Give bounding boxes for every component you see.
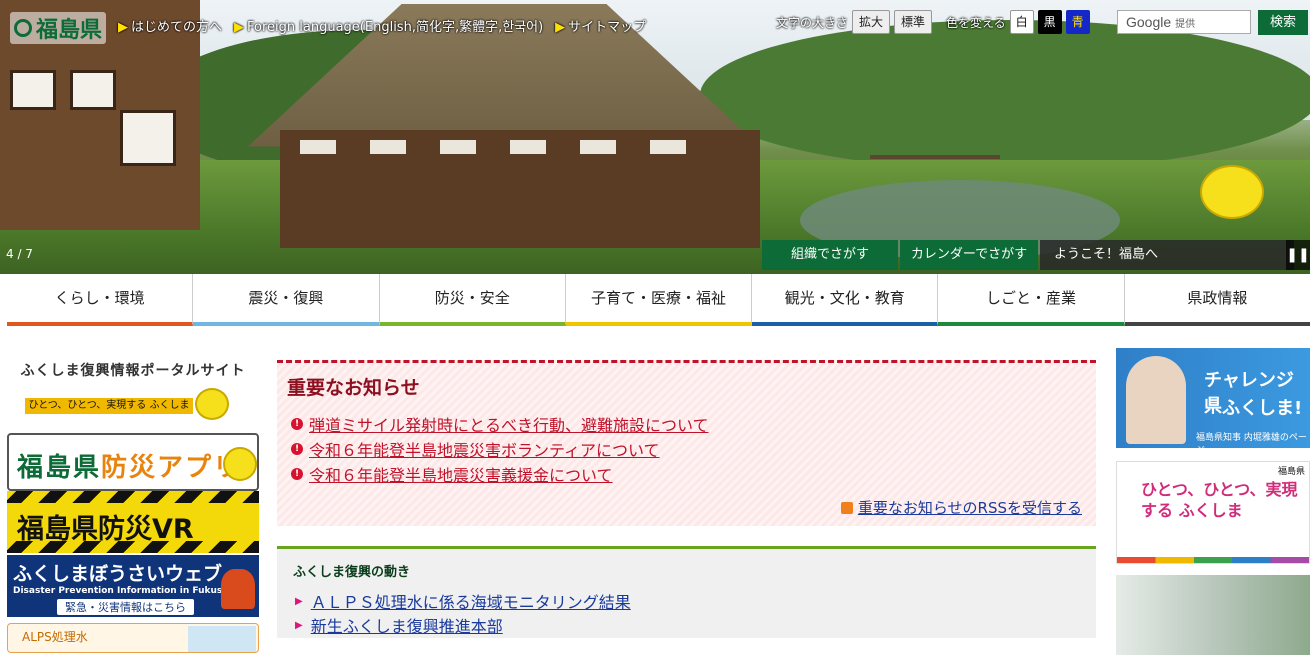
global-nav: くらし・環境 震災・復興 防災・安全 子育て・医療・福祉 観光・文化・教育 しご…	[7, 274, 1310, 326]
triangle-icon: ▶	[555, 20, 566, 35]
banner-alps[interactable]: ALPS処理水	[7, 623, 259, 653]
nav-safety[interactable]: 防災・安全	[379, 274, 566, 326]
governor-caption: 福島県知事 内堀雅雄のページ	[1196, 433, 1307, 456]
alps-image	[188, 626, 256, 652]
prefecture-emblem-icon	[14, 19, 32, 37]
rss-label: 重要なお知らせのRSSを受信する	[857, 499, 1082, 517]
tab-search-by-calendar[interactable]: カレンダーでさがす	[900, 240, 1038, 270]
hero-farmhouse	[280, 130, 760, 248]
accessibility-tools: 文字の大きさ 拡大 標準 色を変える 白 黒 青	[776, 10, 1090, 34]
search-button[interactable]: 検索	[1258, 10, 1308, 35]
hazard-stripe	[7, 541, 259, 553]
site-logo[interactable]: 福島県	[10, 12, 107, 44]
hitotsu-title: ひとつ、ひとつ、実現する ふくしま	[1141, 480, 1298, 520]
portal-title: ふくしま復興情報ポータルサイト	[20, 363, 246, 379]
notice-list: ! 弾道ミサイル発射時にとるべき行動、避難施設について ! 令和６年能登半島地震災害…	[291, 411, 709, 486]
tab-search-by-org[interactable]: 組織でさがす	[762, 240, 898, 270]
nav-disaster-recovery[interactable]: 震災・復興	[193, 274, 380, 326]
governor-photo	[1126, 356, 1186, 444]
banner-recovery-portal[interactable]: ふくしま復興情報ポータルサイト ひとつ、ひとつ、実現する ふくしま	[7, 352, 259, 424]
top-links: ▶ はじめての方へ ▶ Foreign language(English,简化字,繁…	[118, 16, 646, 35]
mascot-icon	[1200, 165, 1264, 219]
mascot-icon	[195, 388, 229, 420]
app-title: 福島県防災アプリ	[17, 447, 241, 484]
color-white-button[interactable]: 白	[1009, 10, 1034, 34]
notice-item[interactable]: ! 弾道ミサイル発射時にとるべき行動、避難施設について	[291, 411, 709, 436]
search-provider: Google	[1126, 14, 1172, 30]
rss-link[interactable]: 重要なお知らせのRSSを受信する	[840, 497, 1082, 518]
left-banners: ふくしま復興情報ポータルサイト ひとつ、ひとつ、実現する ふくしま 福島県防災ア…	[7, 352, 259, 653]
notice-link[interactable]: 弾道ミサイル発射時にとるべき行動、避難施設について	[309, 412, 709, 436]
web-title: ふくしまぼうさいウェブ	[13, 563, 223, 585]
notice-item[interactable]: ! 令和６年能登半島地震災害義援金について	[291, 461, 709, 486]
app-title-a: 福島県	[17, 453, 102, 483]
mascot-icon	[223, 447, 257, 481]
logo-text: 福島県	[36, 18, 103, 43]
pause-icon[interactable]: ❚❚	[1286, 240, 1310, 270]
font-enlarge-button[interactable]: 拡大	[852, 10, 891, 34]
banner-bousai-web[interactable]: ふくしまぼうさいウェブ Disaster Prevention Informat…	[7, 555, 259, 617]
nav-life-environment[interactable]: くらし・環境	[7, 274, 194, 326]
recovery-news-list: ▶ ＡＬＰＳ処理水に係る海域モニタリング結果 ▶ 新生ふくしま復興推進本部	[295, 589, 631, 637]
nav-tourism-culture[interactable]: 観光・文化・教育	[752, 274, 939, 326]
link-first-visit[interactable]: ▶ はじめての方へ	[118, 16, 222, 35]
hazard-stripe	[7, 491, 259, 503]
font-standard-button[interactable]: 標準	[894, 10, 933, 34]
hero-tabs: 組織でさがす カレンダーでさがす ようこそ！福島へ	[762, 240, 1294, 270]
link-sitemap[interactable]: ▶ サイトマップ	[555, 16, 646, 35]
list-item[interactable]: ▶ 新生ふくしま復興推進本部	[295, 613, 631, 637]
recovery-news: ふくしま復興の動き ▶ ＡＬＰＳ処理水に係る海域モニタリング結果 ▶ 新生ふくしま復…	[277, 546, 1096, 638]
alert-icon: !	[291, 442, 303, 455]
important-notice: 重要なお知らせ ! 弾道ミサイル発射時にとるべき行動、避難施設について ! 令和６年…	[277, 360, 1096, 526]
slide-counter: 4 / 7	[6, 247, 33, 261]
web-en-subtitle: Disaster Prevention Information in Fukus…	[13, 586, 248, 596]
rss-icon	[840, 501, 853, 514]
recovery-news-link[interactable]: ＡＬＰＳ処理水に係る海域モニタリング結果	[311, 589, 631, 613]
notice-title: 重要なお知らせ	[287, 377, 420, 399]
notice-item[interactable]: ! 令和６年能登半島地震災害ボランティアについて	[291, 436, 709, 461]
triangle-icon: ▶	[118, 20, 128, 35]
arrow-icon: ▶	[295, 619, 303, 631]
banner-disaster-app[interactable]: 福島県防災アプリ	[7, 433, 259, 491]
governor-title-2: ふくしま!	[1222, 398, 1303, 419]
banner-disaster-vr[interactable]: 福島県防災VR	[7, 491, 259, 553]
tab-welcome[interactable]: ようこそ！福島へ	[1040, 240, 1294, 270]
list-item[interactable]: ▶ ＡＬＰＳ処理水に係る海域モニタリング結果	[295, 589, 631, 613]
portal-subtitle: ひとつ、ひとつ、実現する ふくしま	[25, 398, 193, 414]
color-label: 色を変える	[946, 15, 1006, 30]
banner-hitotsu[interactable]: 福島県 ひとつ、ひとつ、実現する ふくしま	[1116, 461, 1310, 564]
color-blue-button[interactable]: 青	[1065, 10, 1090, 34]
banner-photo[interactable]	[1116, 575, 1310, 655]
nav-prefectural-info[interactable]: 県政情報	[1124, 274, 1310, 326]
search-input[interactable]: Google 提供	[1117, 10, 1251, 34]
notice-link[interactable]: 令和６年能登半島地震災害ボランティアについて	[309, 437, 660, 461]
recovery-news-link[interactable]: 新生ふくしま復興推進本部	[311, 613, 503, 637]
search-provider-suffix: 提供	[1175, 18, 1196, 30]
web-cta: 緊急・災害情報はこちら	[57, 599, 194, 615]
hitotsu-pref: 福島県	[1277, 467, 1305, 477]
hero-bridge	[870, 155, 1000, 177]
right-banners: チャレンジ県 ふくしま! 福島県知事 内堀雅雄のページ 福島県 ひとつ、ひとつ、…	[1116, 348, 1310, 655]
hero-slideshow: 4 / 7	[0, 0, 1310, 274]
notice-link[interactable]: 令和６年能登半島地震災害義援金について	[309, 462, 613, 486]
arrow-icon: ▶	[295, 595, 303, 607]
link-foreign-language[interactable]: ▶ Foreign language(English,简化字,繁體字,한국어)	[234, 16, 543, 35]
app-title-b: 防災アプリ	[101, 453, 242, 483]
font-size-label: 文字の大きさ	[776, 15, 849, 30]
alert-icon: !	[291, 417, 303, 430]
triangle-icon: ▶	[234, 20, 245, 35]
mascot-dog-icon	[221, 569, 255, 609]
recovery-news-title: ふくしま復興の動き	[293, 565, 411, 580]
color-black-button[interactable]: 黒	[1037, 10, 1062, 34]
nav-work-industry[interactable]: しごと・産業	[938, 274, 1125, 326]
nav-childcare-welfare[interactable]: 子育て・医療・福祉	[565, 274, 753, 326]
hero-forest	[700, 20, 1310, 170]
banner-governor[interactable]: チャレンジ県 ふくしま! 福島県知事 内堀雅雄のページ	[1116, 348, 1310, 456]
color-bar	[1117, 557, 1309, 563]
alert-icon: !	[291, 467, 303, 480]
alps-title: ALPS処理水	[22, 630, 88, 644]
